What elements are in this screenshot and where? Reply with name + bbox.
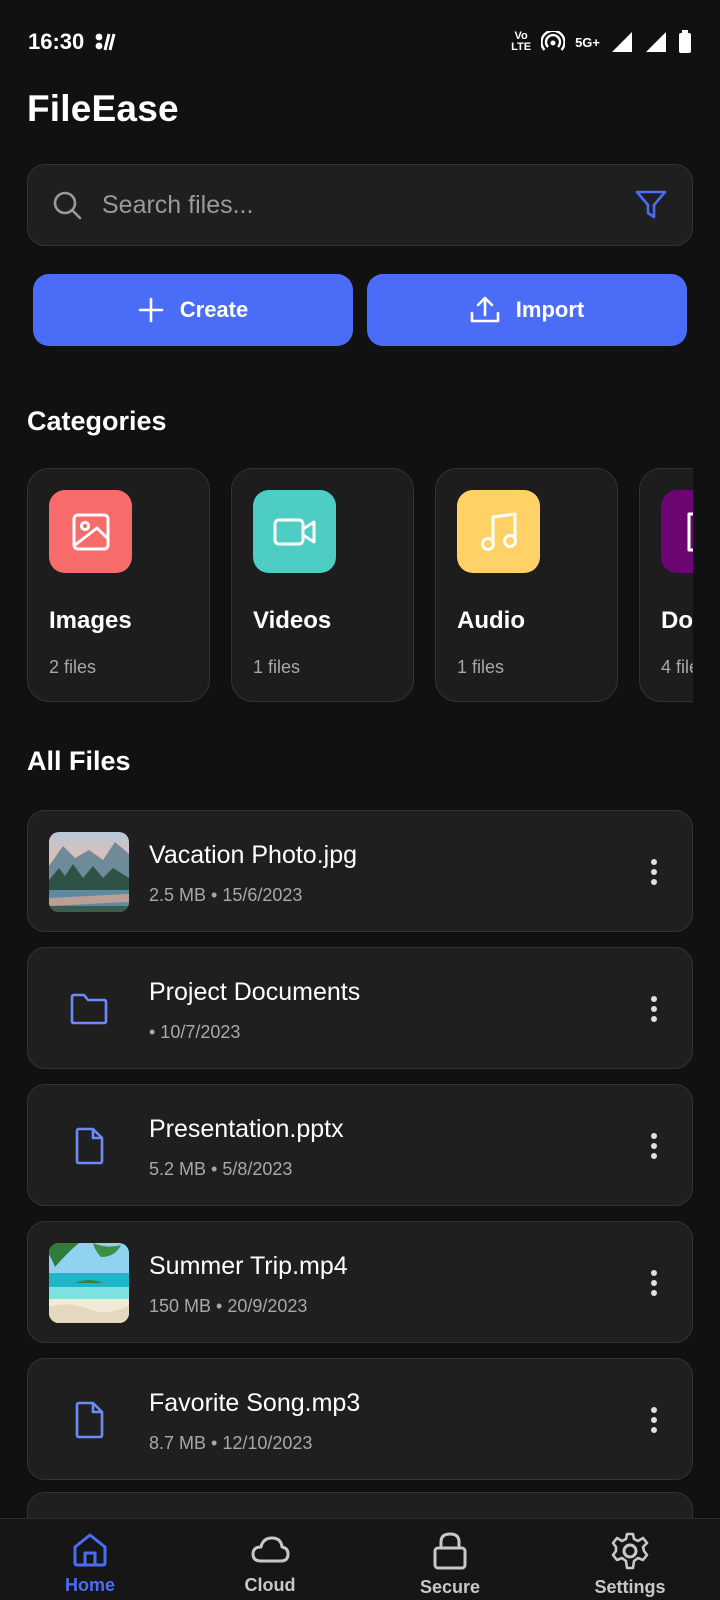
search-bar[interactable] [27, 164, 693, 246]
file-meta: 8.7 MB • 12/10/2023 [149, 1433, 313, 1453]
nav-label: Home [64, 1575, 115, 1595]
battery-icon [679, 30, 691, 53]
more-options-icon[interactable] [642, 1126, 666, 1166]
category-card-documents[interactable]: Documents 4 files [639, 468, 693, 702]
categories-carousel[interactable]: Images 2 files Videos 1 files Audio 1 fi… [27, 468, 693, 702]
file-name: Summer Trip.mp4 [149, 1252, 348, 1280]
hotspot-icon [541, 31, 566, 51]
filter-icon[interactable] [634, 189, 668, 221]
category-count: 1 files [457, 657, 505, 677]
import-button-label: Import [515, 297, 585, 322]
file-meta: • 10/7/2023 [149, 1022, 241, 1042]
file-row[interactable]: Project Documents • 10/7/2023 [27, 947, 693, 1069]
document-icon [687, 512, 693, 551]
network-type: 5G+ [575, 34, 600, 50]
categories-heading: Categories [27, 406, 167, 436]
image-icon [72, 513, 109, 550]
volte-bottom: LTE [511, 41, 532, 53]
cloud-icon [251, 1536, 290, 1563]
file-name: Favorite Song.mp3 [149, 1389, 361, 1417]
more-options-icon[interactable] [642, 852, 666, 892]
app-title: FileEase [27, 88, 179, 129]
nav-label: Settings [594, 1577, 666, 1597]
file-meta: 5.2 MB • 5/8/2023 [149, 1159, 293, 1179]
category-card-audio[interactable]: Audio 1 files [435, 468, 618, 702]
home-icon [73, 1533, 107, 1567]
landscape-image [49, 832, 129, 912]
more-options-icon[interactable] [642, 989, 666, 1029]
file-name: Project Documents [149, 978, 361, 1006]
video-icon [273, 518, 315, 545]
category-card-images[interactable]: Images 2 files [27, 468, 210, 702]
file-row[interactable]: Summer Trip.mp4 150 MB • 20/9/2023 [27, 1221, 693, 1343]
create-button-label: Create [179, 297, 249, 322]
file-row[interactable]: Vacation Photo.jpg 2.5 MB • 15/6/2023 [27, 810, 693, 932]
bottom-navigation: Home Cloud Secure Settings [0, 1518, 720, 1600]
volte-indicator: Vo LTE [511, 31, 531, 53]
category-icon-box [253, 490, 336, 573]
status-right: Vo LTE 5G+ [511, 30, 692, 54]
carrier-icon [95, 33, 116, 51]
file-list: Vacation Photo.jpg 2.5 MB • 15/6/2023 Pr… [27, 810, 693, 1495]
nav-label: Secure [419, 1577, 481, 1597]
upload-icon [470, 296, 500, 323]
landscape-thumbnail [49, 832, 129, 912]
nav-cloud[interactable]: Cloud [180, 1519, 360, 1600]
signal-icon-2 [646, 32, 666, 52]
search-input[interactable] [102, 190, 634, 220]
more-options-icon[interactable] [642, 1263, 666, 1303]
lock-icon [433, 1532, 467, 1570]
status-time: 16:30 [28, 29, 85, 54]
category-name: Images [49, 607, 132, 634]
category-name: Documents [661, 607, 693, 634]
nav-settings[interactable]: Settings [540, 1519, 720, 1600]
signal-icon [612, 32, 632, 52]
category-icon-box [457, 490, 540, 573]
status-bar: 16:30 Vo LTE 5G+ [0, 0, 720, 84]
file-name: Presentation.pptx [149, 1115, 344, 1143]
plus-icon [138, 297, 164, 323]
category-icon-box [49, 490, 132, 573]
file-icon [49, 1106, 129, 1186]
category-count: 1 files [253, 657, 301, 677]
beach-thumbnail [49, 1243, 129, 1323]
file-meta: 150 MB • 20/9/2023 [149, 1296, 308, 1316]
gear-icon [611, 1532, 649, 1570]
category-count: 4 files [661, 657, 693, 677]
file-name: Vacation Photo.jpg [149, 841, 358, 869]
more-options-icon[interactable] [642, 1400, 666, 1440]
search-icon [53, 191, 82, 220]
action-buttons: Create Import [33, 274, 687, 346]
beach-image [49, 1243, 129, 1323]
category-name: Audio [457, 607, 525, 634]
nav-secure[interactable]: Secure [360, 1519, 540, 1600]
all-files-heading: All Files [27, 746, 131, 776]
music-icon [480, 512, 517, 551]
file-row[interactable]: Favorite Song.mp3 8.7 MB • 12/10/2023 [27, 1358, 693, 1480]
category-icon-box [661, 490, 693, 573]
category-card-videos[interactable]: Videos 1 files [231, 468, 414, 702]
status-left: 16:30 [28, 29, 118, 55]
nav-home[interactable]: Home [0, 1519, 180, 1600]
category-count: 2 files [49, 657, 97, 677]
category-name: Videos [253, 607, 332, 634]
file-row[interactable]: Presentation.pptx 5.2 MB • 5/8/2023 [27, 1084, 693, 1206]
folder-icon [49, 969, 129, 1049]
create-button[interactable]: Create [33, 274, 353, 346]
file-meta: 2.5 MB • 15/6/2023 [149, 885, 303, 905]
import-button[interactable]: Import [367, 274, 687, 346]
file-icon [49, 1380, 129, 1460]
nav-label: Cloud [244, 1575, 296, 1595]
